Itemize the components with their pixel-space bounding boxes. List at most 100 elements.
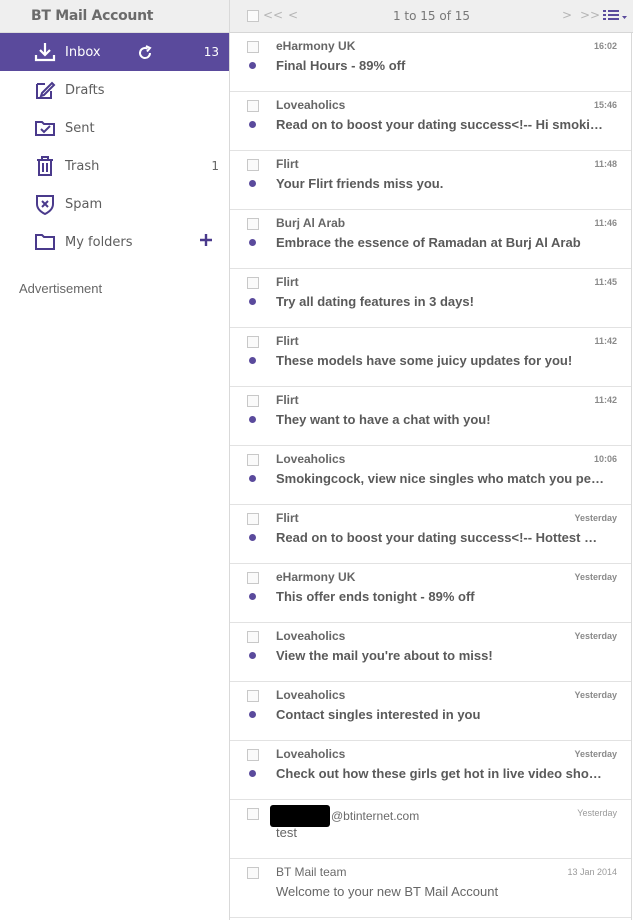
next-page-button[interactable]: >	[562, 8, 572, 22]
message-row[interactable]: Flirt 11:42 They want to have a chat wit…	[230, 387, 632, 446]
message-checkbox[interactable]	[247, 41, 259, 53]
message-time: 11:42	[594, 336, 617, 346]
list-view-options-icon[interactable]	[602, 8, 628, 24]
message-sender: BT Mail team	[276, 865, 347, 879]
message-row[interactable]: Loveaholics Yesterday Contact singles in…	[230, 682, 632, 741]
message-checkbox[interactable]	[247, 100, 259, 112]
sender-domain: @btinternet.com	[331, 809, 420, 824]
message-checkbox[interactable]	[247, 631, 259, 643]
message-checkbox[interactable]	[247, 867, 259, 879]
last-page-button[interactable]: >>	[580, 8, 600, 22]
unread-dot-icon	[249, 711, 256, 718]
message-row[interactable]: Flirt 11:42 These models have some juicy…	[230, 328, 632, 387]
message-subject: This offer ends tonight - 89% off	[276, 589, 475, 604]
sidebar-item-label: Drafts	[65, 82, 105, 98]
message-time: Yesterday	[577, 808, 617, 818]
unread-dot-icon	[249, 593, 256, 600]
message-sender: Flirt	[276, 275, 299, 289]
message-row[interactable]: Loveaholics 15:46 Read on to boost your …	[230, 92, 632, 151]
message-sender: Flirt	[276, 393, 299, 407]
message-checkbox[interactable]	[247, 808, 259, 820]
message-sender: eHarmony UK	[276, 39, 356, 53]
message-time: 10:06	[593, 454, 617, 464]
message-sender: Loveaholics	[276, 629, 346, 643]
unread-count: 13	[203, 45, 219, 59]
message-subject: test	[276, 825, 297, 840]
message-row[interactable]: @btinternet.com Yesterday test	[230, 800, 632, 859]
message-subject: Your Flirt friends miss you.	[276, 176, 444, 191]
message-sender: Loveaholics	[276, 98, 346, 112]
refresh-icon[interactable]	[136, 44, 154, 62]
message-subject: Embrace the essence of Ramadan at Burj A…	[276, 235, 581, 250]
message-checkbox[interactable]	[247, 572, 259, 584]
message-time: 11:48	[594, 159, 617, 169]
unread-dot-icon	[249, 298, 256, 305]
sidebar-item-my-folders[interactable]: My folders	[0, 223, 229, 261]
unread-dot-icon	[249, 62, 256, 69]
message-row[interactable]: eHarmony UK Yesterday This offer ends to…	[230, 564, 632, 623]
unread-dot-icon	[249, 121, 256, 128]
message-sender: Loveaholics	[276, 452, 346, 466]
sidebar-item-label: Trash	[65, 158, 100, 174]
sidebar-item-drafts[interactable]: Drafts	[0, 71, 229, 109]
message-checkbox[interactable]	[247, 218, 259, 230]
unread-dot-icon	[249, 239, 256, 246]
message-checkbox[interactable]	[247, 395, 259, 407]
message-checkbox[interactable]	[247, 749, 259, 761]
trash-count: 1	[211, 159, 219, 173]
sidebar-item-spam[interactable]: Spam	[0, 185, 229, 223]
add-folder-plus-icon[interactable]	[199, 233, 215, 249]
sidebar: BT Mail Account Inbox 13 Drafts Sent Tra…	[0, 0, 229, 920]
redacted-sender	[270, 805, 330, 827]
message-sender: Loveaholics	[276, 747, 346, 761]
message-time: Yesterday	[574, 572, 617, 582]
message-row[interactable]: Loveaholics 10:06 Smokingcock, view nice…	[230, 446, 632, 505]
message-sender: Loveaholics	[276, 688, 346, 702]
unread-dot-icon	[249, 475, 256, 482]
message-checkbox[interactable]	[247, 690, 259, 702]
message-row[interactable]: BT Mail team 13 Jan 2014 Welcome to your…	[230, 859, 632, 918]
account-title: BT Mail Account	[0, 0, 229, 33]
folder-list: Inbox 13 Drafts Sent Trash 1 Spam My fol…	[0, 33, 229, 261]
unread-dot-icon	[249, 416, 256, 423]
message-time: 11:45	[594, 277, 617, 287]
message-checkbox[interactable]	[247, 336, 259, 348]
message-checkbox[interactable]	[247, 277, 259, 289]
message-subject: Final Hours - 89% off	[276, 58, 406, 73]
drafts-edit-icon	[33, 78, 57, 102]
message-subject: Try all dating features in 3 days!	[276, 294, 474, 309]
sidebar-item-trash[interactable]: Trash 1	[0, 147, 229, 185]
sidebar-item-label: Sent	[65, 120, 95, 136]
message-checkbox[interactable]	[247, 159, 259, 171]
message-row[interactable]: Loveaholics Yesterday View the mail you'…	[230, 623, 632, 682]
message-subject: Smokingcock, view nice singles who match…	[276, 471, 604, 486]
message-time: 13 Jan 2014	[567, 867, 617, 877]
message-time: 11:46	[594, 218, 617, 228]
message-row[interactable]: Loveaholics Yesterday Check out how thes…	[230, 741, 632, 800]
message-row[interactable]: Flirt 11:48 Your Flirt friends miss you.	[230, 151, 632, 210]
message-time: Yesterday	[574, 690, 617, 700]
message-subject: They want to have a chat with you!	[276, 412, 491, 427]
sidebar-item-label: Spam	[65, 196, 103, 212]
sidebar-item-sent[interactable]: Sent	[0, 109, 229, 147]
message-row[interactable]: Flirt Yesterday Read on to boost your da…	[230, 505, 632, 564]
spam-shield-icon	[33, 192, 57, 216]
message-row[interactable]: Flirt 11:45 Try all dating features in 3…	[230, 269, 632, 328]
message-sender: Flirt	[276, 157, 299, 171]
message-time: 16:02	[593, 41, 617, 51]
message-time: 11:42	[594, 395, 617, 405]
message-checkbox[interactable]	[247, 454, 259, 466]
sidebar-item-inbox[interactable]: Inbox 13	[0, 33, 229, 71]
message-sender: eHarmony UK	[276, 570, 356, 584]
unread-dot-icon	[249, 770, 256, 777]
message-sender: Flirt	[276, 334, 299, 348]
message-subject: Read on to boost your dating success<!--…	[276, 530, 604, 545]
advertisement-label: Advertisement	[19, 281, 103, 296]
message-row[interactable]: Burj Al Arab 11:46 Embrace the essence o…	[230, 210, 632, 269]
message-time: Yesterday	[574, 749, 617, 759]
sidebar-item-label: Inbox	[65, 44, 101, 60]
message-row[interactable]: eHarmony UK 16:02 Final Hours - 89% off	[230, 33, 632, 92]
message-time: Yesterday	[574, 631, 617, 641]
message-checkbox[interactable]	[247, 513, 259, 525]
message-subject: Welcome to your new BT Mail Account	[276, 884, 499, 899]
